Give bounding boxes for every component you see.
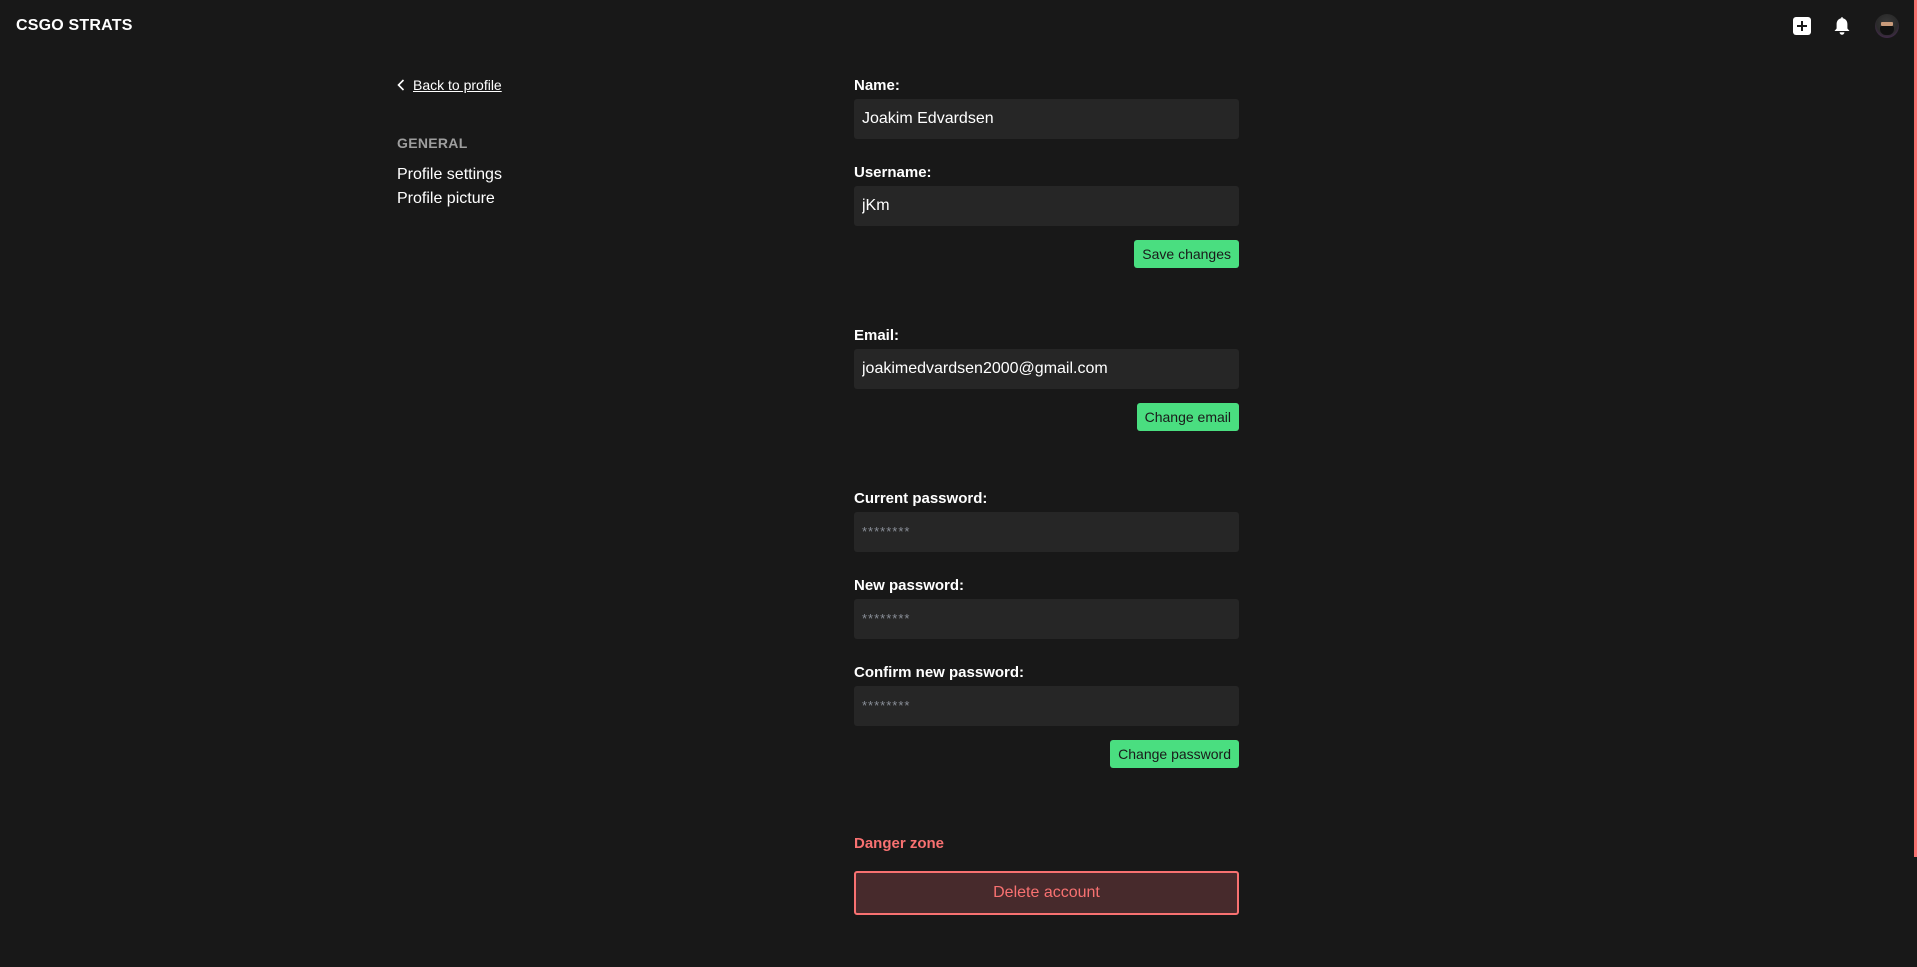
- email-input[interactable]: [854, 349, 1239, 389]
- avatar[interactable]: [1875, 14, 1899, 38]
- name-input[interactable]: [854, 99, 1239, 139]
- email-section: Email: Change email: [854, 326, 1239, 431]
- settings-form: Name: Username: Save changes Email: Chan…: [854, 76, 1239, 915]
- top-bar: CSGO STRATS: [0, 0, 1917, 54]
- brand-logo[interactable]: CSGO STRATS: [16, 17, 133, 35]
- profile-section: Name: Username: Save changes: [854, 76, 1239, 268]
- danger-zone-title: Danger zone: [854, 835, 945, 852]
- settings-sidebar: Back to profile GENERAL Profile settings…: [397, 75, 657, 211]
- plus-square-icon[interactable]: [1793, 17, 1811, 35]
- username-label: Username:: [854, 164, 932, 181]
- avatar-mask: [1880, 26, 1894, 35]
- sidebar-item-profile-settings[interactable]: Profile settings: [397, 163, 657, 187]
- bell-icon[interactable]: [1833, 16, 1851, 36]
- email-label: Email:: [854, 327, 900, 344]
- chevron-left-icon: [397, 79, 405, 91]
- current-password-label: Current password:: [854, 490, 988, 507]
- current-password-input[interactable]: [854, 512, 1239, 552]
- delete-account-button[interactable]: Delete account: [854, 871, 1239, 915]
- bell-icon-svg: [1834, 17, 1850, 35]
- sidebar-item-profile-picture[interactable]: Profile picture: [397, 187, 657, 211]
- danger-zone-section: Danger zone Delete account: [854, 834, 1239, 915]
- name-label: Name:: [854, 77, 900, 94]
- confirm-password-input[interactable]: [854, 686, 1239, 726]
- confirm-password-label: Confirm new password:: [854, 664, 1025, 681]
- change-email-button[interactable]: Change email: [1136, 403, 1239, 431]
- new-password-input[interactable]: [854, 599, 1239, 639]
- back-to-profile-label: Back to profile: [413, 77, 502, 93]
- username-input[interactable]: [854, 186, 1239, 226]
- new-password-label: New password:: [854, 577, 965, 594]
- change-password-button[interactable]: Change password: [1110, 740, 1239, 768]
- password-section: Current password: New password: Confirm …: [854, 489, 1239, 768]
- back-to-profile-link[interactable]: Back to profile: [397, 75, 657, 95]
- save-changes-button[interactable]: Save changes: [1134, 240, 1239, 268]
- sidebar-section-general: GENERAL: [397, 135, 468, 151]
